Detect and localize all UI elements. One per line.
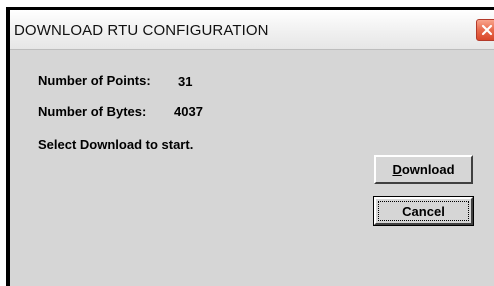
points-value: 31 <box>178 74 193 89</box>
close-button[interactable] <box>476 19 494 41</box>
close-icon <box>481 24 493 36</box>
download-button[interactable]: Download <box>374 155 473 184</box>
download-rtu-dialog: DOWNLOAD RTU CONFIGURATION Number of Poi… <box>6 7 494 286</box>
bytes-label: Number of Bytes: <box>38 104 147 119</box>
points-label: Number of Points: <box>38 73 151 88</box>
title-bar[interactable]: DOWNLOAD RTU CONFIGURATION <box>10 10 494 50</box>
download-button-label: Download <box>392 162 455 177</box>
dialog-title: DOWNLOAD RTU CONFIGURATION <box>14 22 269 39</box>
focus-ring <box>378 201 469 221</box>
cancel-button[interactable]: Cancel <box>373 196 474 226</box>
instruction-text: Select Download to start. <box>38 137 194 152</box>
bytes-value: 4037 <box>174 104 203 119</box>
